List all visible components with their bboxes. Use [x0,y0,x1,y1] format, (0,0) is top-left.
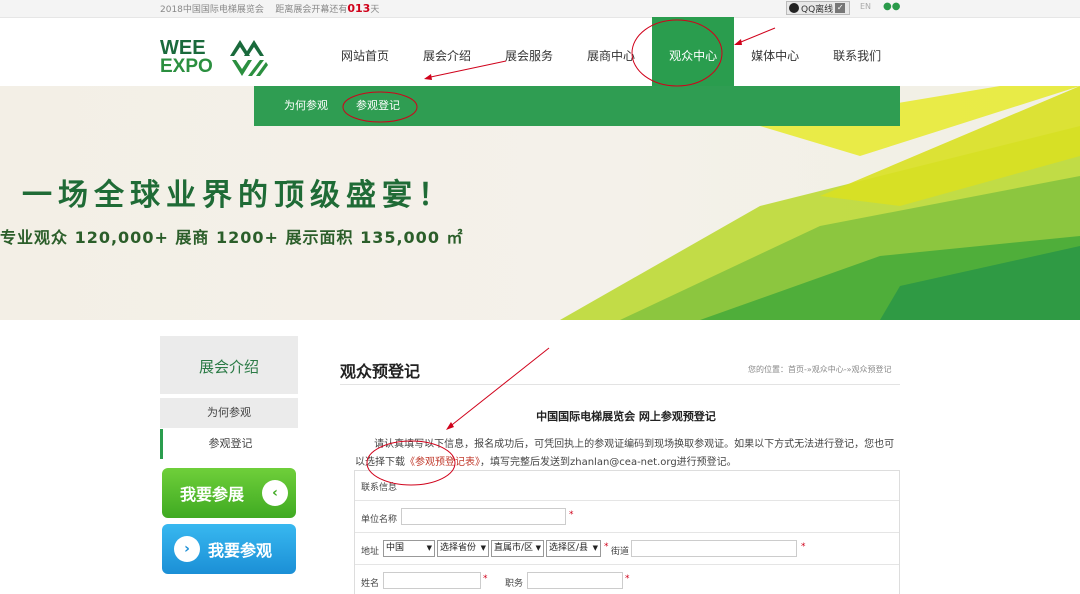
street-label: 街道 [611,547,630,557]
province-value: 选择省份 [440,543,477,553]
province-select[interactable]: 选择省份 ▼ [437,540,489,557]
section-label: 联系信息 [361,483,398,493]
download-form-link[interactable]: 《参观预登记表》 [405,457,480,468]
form-intro: 请认真填写以下信息，报名成功后，可凭回执上的参观证编码到现场换取参观证。如果以下… [355,436,903,472]
logo-line2: EXPO [160,56,213,77]
qq-label: QQ离线 [801,4,834,15]
visit-button[interactable]: › 我要参观 [162,524,296,574]
dropdown-arrow-icon: ▼ [535,544,541,552]
form-heading: 中国国际电梯展览会 网上参观预登记 [536,410,716,423]
name-input[interactable] [383,572,481,589]
city-select[interactable]: 直属市/区 ▼ [491,540,544,557]
sidebar: 展会介绍 为何参观 参观登记 我要参展 ‹ › 我要参观 [160,336,298,594]
required-mark: * [625,574,630,584]
logo-mark-icon [230,40,268,76]
title-divider [340,384,900,385]
street-input[interactable] [631,540,797,557]
dropdown-arrow-icon: ▼ [480,544,486,552]
qq-status-button[interactable]: QQ离线 ✓ [786,1,851,15]
logo[interactable]: WEE EXPO [160,37,270,79]
dropdown-arrow-icon: ▼ [426,544,432,552]
banner-stats: 专业观众 120,000+ 展商 1200+ 展示面积 135,000 ㎡ [0,228,464,247]
registration-form: 联系信息 单位名称 * 地址 中国 ▼ 选择省份 ▼ 直属市/区 ▼ 选择区/县 ▼ *… [354,470,900,594]
lang-en-link[interactable]: EN [860,2,871,11]
city-value: 直属市/区 [494,543,534,553]
country-select[interactable]: 中国 ▼ [383,540,435,557]
page: 2018中国国际电梯展览会 距离展会开幕还有013天 QQ离线 ✓ EN ●● … [0,0,1080,594]
intro-text-2: ，填写完整后发送到zhanlan@cea-net.org进行预登记。 [480,457,737,468]
district-select[interactable]: 选择区/县 ▼ [546,540,601,557]
top-bar-info: 2018中国国际电梯展览会 距离展会开幕还有013天 [160,2,379,15]
nav-item-services[interactable]: 展会服务 [488,19,570,85]
checkmark-icon: ✓ [835,3,846,13]
position-label: 职务 [505,579,524,589]
address-label: 地址 [361,547,380,557]
dropdown-arrow-icon: ▼ [592,544,598,552]
form-row-address: 地址 中国 ▼ 选择省份 ▼ 直属市/区 ▼ 选择区/县 ▼ * 街道 * [355,533,899,565]
country-value: 中国 [386,543,405,553]
breadcrumb: 您的位置：首页-»观众中心-»观众预登记 [748,365,892,374]
subnav-item-why-visit[interactable]: 为何参观 [284,86,328,126]
chevron-right-icon: › [174,536,200,562]
top-bar: 2018中国国际电梯展览会 距离展会开幕还有013天 QQ离线 ✓ EN ●● [0,0,1080,18]
form-row-company: 单位名称 * [355,501,899,533]
countdown-suffix: 天 [370,5,380,15]
required-mark: * [569,510,574,520]
nav-item-exhibitors[interactable]: 展商中心 [570,19,652,85]
required-mark: * [483,574,488,584]
sub-nav: 为何参观 参观登记 [254,86,900,126]
company-input[interactable] [401,508,566,525]
exhibit-button-label: 我要参展 [180,485,245,504]
sidebar-item-registration[interactable]: 参观登记 [160,429,298,459]
wechat-icon[interactable]: ●● [883,1,900,12]
nav-item-home[interactable]: 网站首页 [324,19,406,85]
nav-item-visitors[interactable]: 观众中心 [652,17,735,87]
header: WEE EXPO 网站首页 展会介绍 展会服务 展商中心 观众中心 媒体中心 联… [0,17,1080,87]
sidebar-title: 展会介绍 [160,336,298,394]
company-label: 单位名称 [361,515,398,525]
page-title: 观众预登记 [340,362,421,381]
main-nav: 网站首页 展会介绍 展会服务 展商中心 观众中心 媒体中心 联系我们 [324,17,898,87]
form-row-name: 姓名 * 职务 * [355,565,899,594]
countdown-value: 013 [347,2,371,15]
district-value: 选择区/县 [549,543,589,553]
name-label: 姓名 [361,579,380,589]
nav-item-about[interactable]: 展会介绍 [406,19,488,85]
nav-item-contact[interactable]: 联系我们 [816,19,898,85]
qq-icon [789,3,799,13]
position-input[interactable] [527,572,623,589]
required-mark: * [801,542,806,552]
required-mark: * [604,542,609,552]
site-name: 2018中国国际电梯展览会 [160,5,264,15]
visit-button-label: 我要参观 [208,541,273,560]
countdown-prefix: 距离展会开幕还有 [275,5,348,15]
exhibit-button[interactable]: 我要参展 ‹ [162,468,296,518]
form-section-contact: 联系信息 [355,471,899,501]
subnav-item-registration[interactable]: 参观登记 [356,86,400,126]
chevron-left-icon: ‹ [262,480,288,506]
banner-slogan: 一场全球业界的顶级盛宴！ [22,178,454,213]
sidebar-item-why-visit[interactable]: 为何参观 [160,398,298,428]
nav-item-media[interactable]: 媒体中心 [734,19,816,85]
hero-banner: 为何参观 参观登记 一场全球业界的顶级盛宴！ 专业观众 120,000+ 展商 … [0,86,1080,320]
